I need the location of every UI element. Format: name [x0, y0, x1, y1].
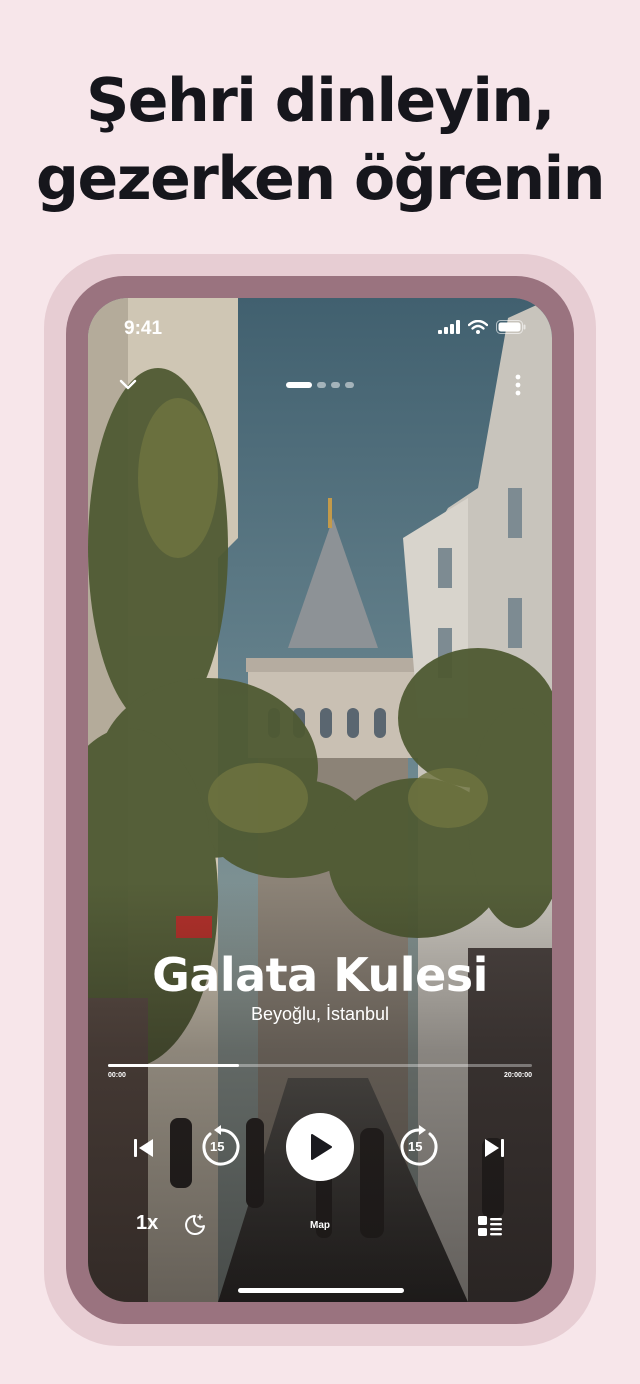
headline-line-1: Şehri dinleyin, [86, 66, 555, 136]
progress-fill [108, 1064, 240, 1067]
page-dot [331, 382, 340, 388]
page-dot [317, 382, 326, 388]
previous-icon [134, 1139, 153, 1157]
battery-icon [496, 320, 526, 334]
next-button[interactable] [482, 1136, 506, 1160]
status-time: 9:41 [124, 318, 163, 339]
page-dot-active [286, 382, 312, 388]
rewind-seconds-label: 15 [210, 1139, 225, 1154]
page-indicator [286, 382, 354, 388]
wifi-icon [468, 320, 488, 334]
phone-screen: 9:41 Galata Kulesi Beyoğlu, İstanbul 00:… [88, 298, 552, 1302]
signal-icon [438, 320, 460, 334]
rewind-15-button[interactable]: 15 [198, 1124, 244, 1170]
playlist-icon [478, 1216, 502, 1236]
progress-bar[interactable] [108, 1064, 532, 1067]
next-icon [485, 1139, 504, 1157]
place-title: Galata Kulesi [152, 948, 488, 1002]
forward-15-button[interactable]: 15 [396, 1124, 442, 1170]
home-indicator[interactable] [238, 1288, 404, 1293]
page-dot [345, 382, 354, 388]
play-button[interactable] [286, 1113, 354, 1181]
time-total: 20:00:00 [503, 1072, 532, 1079]
chevron-down-icon[interactable] [116, 372, 140, 396]
playlist-button[interactable] [476, 1214, 504, 1238]
time-elapsed: 00:00 [108, 1072, 126, 1079]
headline: Şehri dinleyin, gezerken öğrenin [0, 62, 640, 218]
headline-line-2: gezerken öğrenin [36, 144, 605, 214]
bottom-shade [88, 882, 552, 1302]
previous-button[interactable] [132, 1136, 156, 1160]
more-vertical-icon[interactable] [514, 374, 522, 396]
place-location: Beyoğlu, İstanbul [250, 1004, 390, 1024]
forward-seconds-label: 15 [408, 1139, 423, 1154]
status-icons [438, 320, 526, 334]
play-icon [311, 1134, 332, 1160]
